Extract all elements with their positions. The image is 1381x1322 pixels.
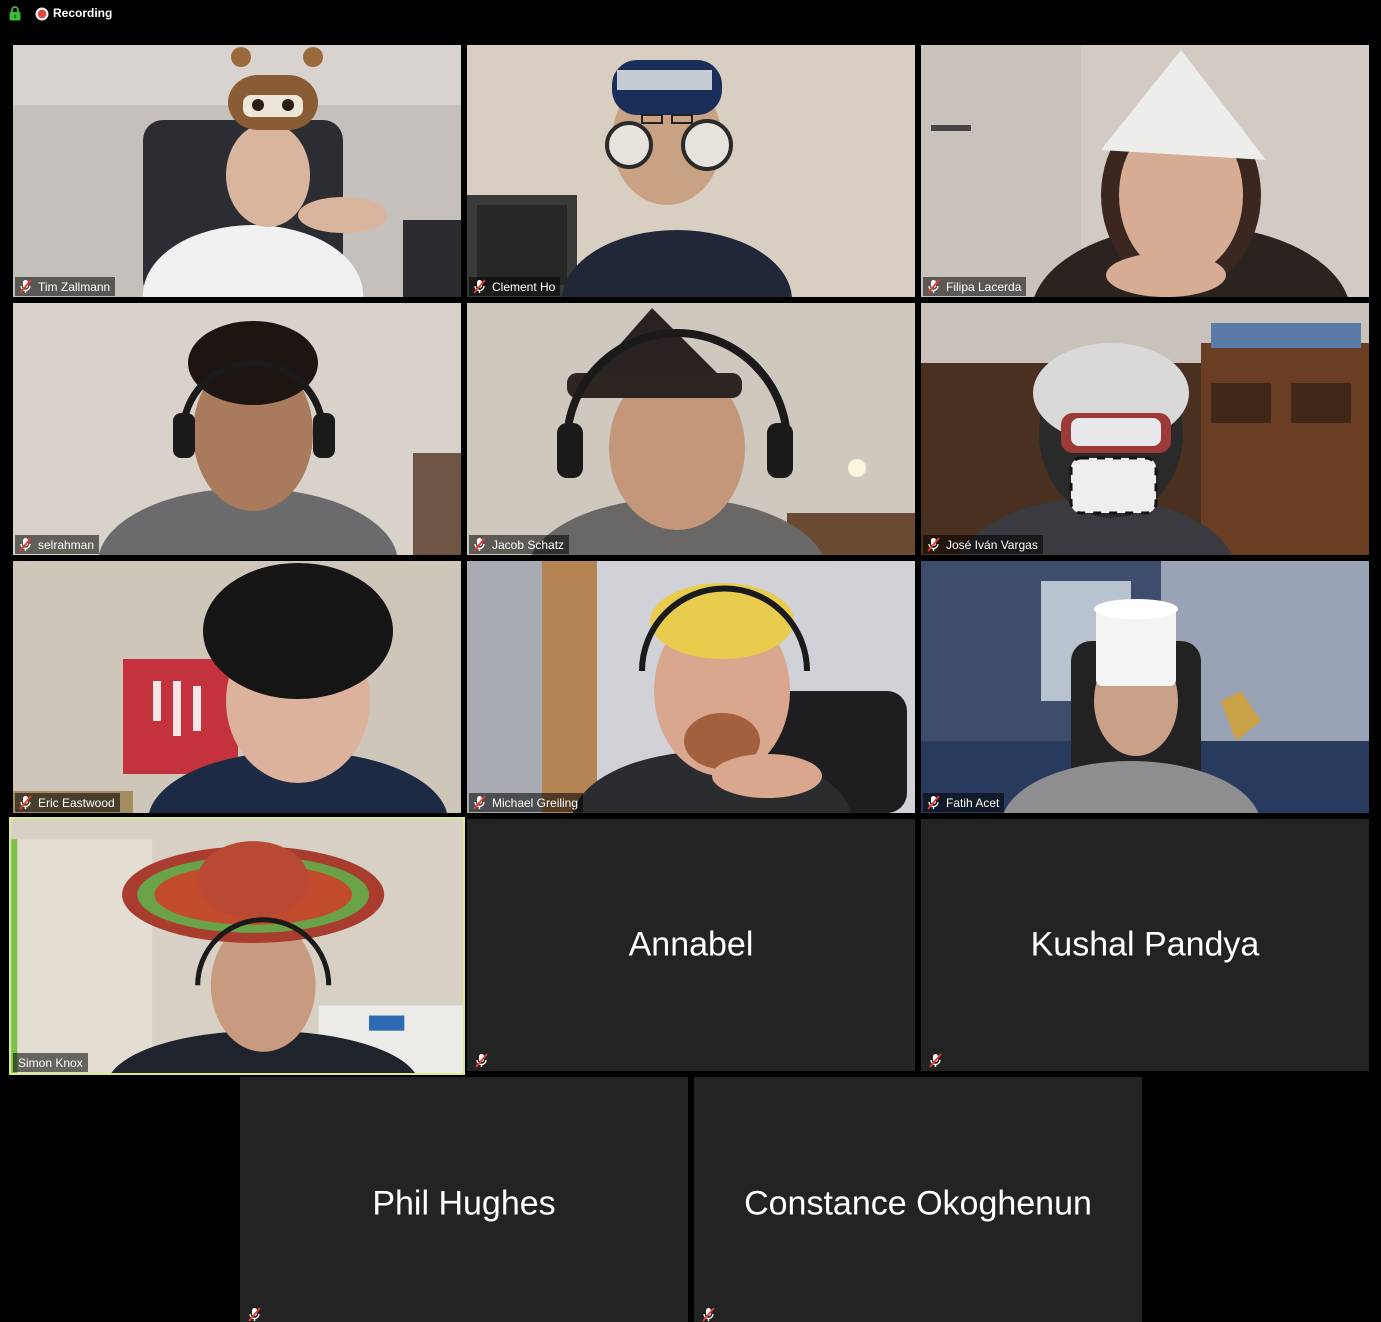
lock-icon <box>9 6 21 21</box>
video-tile-annabel[interactable]: Annabel <box>467 819 915 1071</box>
participant-name-tag: Jacob Schatz <box>469 535 570 554</box>
video-tile-simon-knox-active-speaker[interactable]: Simon Knox <box>9 817 465 1075</box>
participant-name-placeholder: Kushal Pandya <box>1030 925 1260 964</box>
muted-microphone-icon <box>248 1307 261 1322</box>
participant-video <box>921 303 1369 555</box>
video-call-gallery: Recording Tim Zallmann Clement Ho Filipa… <box>0 0 1381 1322</box>
participant-name: Eric Eastwood <box>38 795 115 810</box>
participant-name: Fatih Acet <box>946 795 1000 810</box>
participant-name-tag: Filipa Lacerda <box>923 277 1027 296</box>
participant-name-placeholder: Phil Hughes <box>372 1184 556 1223</box>
participant-name-placeholder: Constance Okoghenun <box>744 1184 1092 1223</box>
muted-microphone-icon <box>19 279 32 294</box>
participant-name: Simon Knox <box>18 1055 83 1070</box>
participant-video <box>921 561 1369 813</box>
participant-name-placeholder: Annabel <box>628 925 754 964</box>
participant-video <box>13 303 461 555</box>
participant-video <box>467 45 915 297</box>
muted-microphone-icon <box>702 1307 715 1322</box>
participant-name-tag: Eric Eastwood <box>15 793 120 812</box>
video-tile-phil-hughes[interactable]: Phil Hughes <box>240 1077 688 1322</box>
video-tile-fatih-acet[interactable]: Fatih Acet <box>921 561 1369 813</box>
participant-video <box>13 45 461 297</box>
participant-name-tag: Michael Greiling <box>469 793 584 812</box>
participant-name: Clement Ho <box>492 279 556 294</box>
muted-microphone-icon <box>475 1053 488 1068</box>
muted-microphone-icon <box>19 795 32 810</box>
video-tile-constance-okoghenun[interactable]: Constance Okoghenun <box>694 1077 1142 1322</box>
participant-video <box>11 819 463 1073</box>
video-tile-michael-greiling[interactable]: Michael Greiling <box>467 561 915 813</box>
participant-name: Jacob Schatz <box>492 537 565 552</box>
participant-name-tag: Tim Zallmann <box>15 277 116 296</box>
video-tile-jose-ivan-vargas[interactable]: José Iván Vargas <box>921 303 1369 555</box>
muted-microphone-icon <box>927 279 940 294</box>
video-tile-filipa-lacerda[interactable]: Filipa Lacerda <box>921 45 1369 297</box>
recording-label: Recording <box>53 6 113 20</box>
participant-video <box>13 561 461 813</box>
participant-name-tag: selrahman <box>15 535 100 554</box>
muted-microphone-icon <box>929 1053 942 1068</box>
participant-video <box>921 45 1369 297</box>
muted-microphone-icon <box>473 795 486 810</box>
video-tile-selrahman[interactable]: selrahman <box>13 303 461 555</box>
video-tile-kushal-pandya[interactable]: Kushal Pandya <box>921 819 1369 1071</box>
participant-name-tag: José Iván Vargas <box>923 535 1043 554</box>
participant-name: selrahman <box>38 537 95 552</box>
muted-microphone-icon <box>927 795 940 810</box>
video-tile-clement-ho[interactable]: Clement Ho <box>467 45 915 297</box>
video-tile-jacob-schatz[interactable]: Jacob Schatz <box>467 303 915 555</box>
muted-microphone-icon <box>927 537 940 552</box>
recording-dot-icon[interactable] <box>35 7 49 21</box>
video-tile-eric-eastwood[interactable]: Eric Eastwood <box>13 561 461 813</box>
participant-video <box>467 303 915 555</box>
participant-name-tag: Fatih Acet <box>923 793 1005 812</box>
participant-video <box>467 561 915 813</box>
status-bar: Recording <box>0 0 1381 28</box>
participant-name: José Iván Vargas <box>946 537 1038 552</box>
muted-microphone-icon <box>473 537 486 552</box>
muted-microphone-icon <box>473 279 486 294</box>
participant-name: Tim Zallmann <box>38 279 111 294</box>
participant-name-tag: Simon Knox <box>13 1053 88 1072</box>
participant-name-tag: Clement Ho <box>469 277 561 296</box>
participant-name: Michael Greiling <box>492 795 579 810</box>
participant-name: Filipa Lacerda <box>946 279 1022 294</box>
muted-microphone-icon <box>19 537 32 552</box>
video-tile-tim-zallmann[interactable]: Tim Zallmann <box>13 45 461 297</box>
